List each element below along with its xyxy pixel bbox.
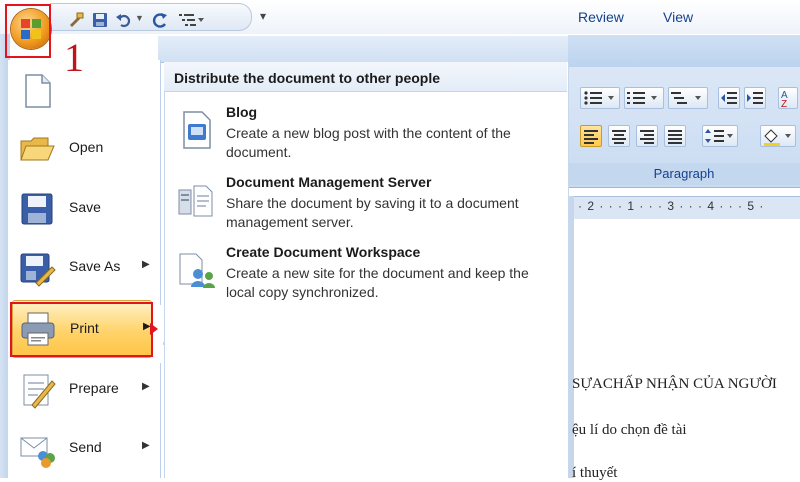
workspace-icon <box>179 253 215 288</box>
bullets-icon <box>584 91 614 105</box>
format-painter-icon[interactable] <box>67 11 85 29</box>
new-document-icon <box>25 74 51 108</box>
decrease-indent-icon <box>721 92 737 104</box>
document-server-icon <box>178 185 213 217</box>
submenu-arrow-icon: ▶ <box>142 440 150 451</box>
save-as-icon <box>20 253 56 287</box>
send-icon <box>20 437 55 468</box>
menu-item-save[interactable]: Save <box>12 180 158 238</box>
sort-icon: AZ <box>781 90 788 110</box>
open-folder-icon <box>20 137 55 161</box>
print-highlight <box>10 302 153 357</box>
align-left-icon <box>584 130 598 144</box>
align-right-button[interactable] <box>636 125 658 147</box>
menu-item-label: Send <box>69 439 102 455</box>
align-center-icon <box>612 130 626 144</box>
line-spacing-icon <box>705 129 733 143</box>
menu-item-label: Prepare <box>69 380 119 396</box>
undo-dropdown-icon[interactable]: ▼ <box>135 13 144 23</box>
annotation-arrow-icon <box>150 323 158 335</box>
increase-indent-icon <box>747 92 763 104</box>
multilevel-icon <box>671 92 701 104</box>
line-spacing-button[interactable] <box>702 125 738 147</box>
ruler-marks: · 2 · · · 1 · · · 3 · · · 4 · · · 5 · <box>578 199 765 213</box>
menu-item-send[interactable]: Send ▶ <box>12 420 158 478</box>
align-left-button[interactable] <box>580 125 602 147</box>
justify-button[interactable] <box>664 125 686 147</box>
submenu-item-description: Create a new site for the document and k… <box>226 265 529 300</box>
office-button-highlight <box>5 4 51 58</box>
submenu-item-title: Document Management Server <box>226 174 432 190</box>
blog-icon <box>183 111 211 149</box>
save-icon[interactable] <box>91 11 109 29</box>
menu-item-new[interactable] <box>12 62 158 120</box>
bullets-button[interactable] <box>580 87 620 109</box>
menu-item-label: Save <box>69 199 101 215</box>
decrease-indent-button[interactable] <box>718 87 740 109</box>
submenu-arrow-icon: ▶ <box>142 259 150 270</box>
submenu-item-create-document-workspace[interactable]: Create Document Workspace Create a new s… <box>170 244 560 310</box>
sort-button[interactable]: AZ <box>778 87 798 110</box>
menu-item-label: Open <box>69 139 104 155</box>
submenu-item-description: Share the document by saving it to a doc… <box>226 195 519 230</box>
menu-item-save-as[interactable]: Save As ▶ <box>12 239 158 297</box>
multilevel-button[interactable] <box>668 87 708 109</box>
redo-icon[interactable] <box>151 11 169 29</box>
align-center-button[interactable] <box>608 125 630 147</box>
menu-item-label: Save As <box>69 258 121 274</box>
paragraph-group-label: Paragraph <box>568 163 800 185</box>
submenu-item-description: Create a new blog post with the content … <box>226 125 511 160</box>
document-line[interactable]: SỰACHẤP NHẬN CỦA NGƯỜI <box>572 376 777 393</box>
submenu-arrow-icon: ▶ <box>142 381 150 392</box>
increase-indent-button[interactable] <box>744 87 766 109</box>
svg-text:Z: Z <box>781 99 787 108</box>
align-right-icon <box>640 130 654 144</box>
menu-item-prepare[interactable]: Prepare ▶ <box>12 361 158 419</box>
tab-review[interactable]: Review <box>578 9 624 25</box>
prepare-icon <box>23 374 56 409</box>
document-line[interactable]: í thuyết <box>572 465 617 482</box>
submenu-item-title: Blog <box>226 104 258 120</box>
submenu-item-blog[interactable]: Blog Create a new blog post with the con… <box>170 104 560 170</box>
customize-toolbar-icon[interactable]: ▾ <box>260 9 266 23</box>
submenu-title: Distribute the document to other people <box>174 70 441 86</box>
tab-view[interactable]: View <box>663 9 693 25</box>
justify-icon <box>668 130 682 144</box>
quick-access-frame: ▼ <box>50 3 252 31</box>
numbering-button[interactable] <box>624 87 664 109</box>
multilevel-list-icon[interactable] <box>177 11 205 29</box>
document-line[interactable]: ệu lí do chọn đề tài <box>572 422 687 439</box>
shading-bucket-icon <box>764 129 791 146</box>
save-disk-icon <box>21 193 53 225</box>
submenu-item-document-management-server[interactable]: Document Management Server Share the doc… <box>170 174 560 240</box>
menu-item-open[interactable]: Open <box>12 120 158 178</box>
undo-icon[interactable] <box>115 11 133 29</box>
shading-button[interactable] <box>760 125 796 147</box>
document-page[interactable] <box>568 219 800 478</box>
numbering-icon <box>627 92 657 104</box>
ribbon-tabs-bar <box>568 35 800 67</box>
submenu-item-title: Create Document Workspace <box>226 244 421 260</box>
